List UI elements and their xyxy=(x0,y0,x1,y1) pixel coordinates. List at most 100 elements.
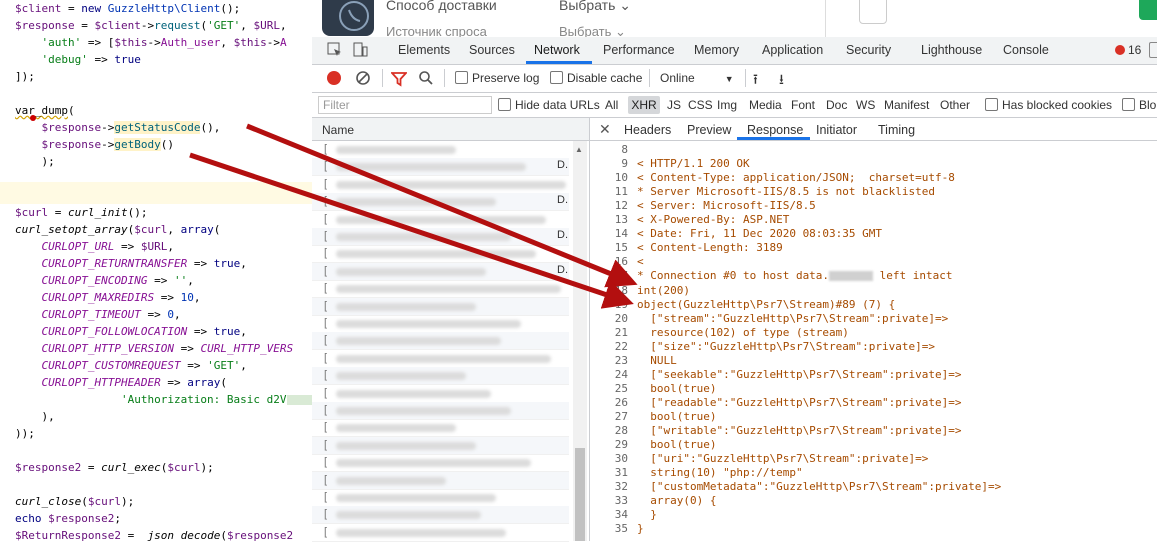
edit-icon[interactable] xyxy=(859,0,887,24)
clear-icon[interactable] xyxy=(355,70,371,89)
settings-icon[interactable] xyxy=(1149,42,1157,58)
hide-data-urls-checkbox[interactable]: Hide data URLs xyxy=(498,98,600,112)
has-blocked-cookies-checkbox[interactable]: Has blocked cookies xyxy=(985,98,1112,112)
record-icon[interactable] xyxy=(327,71,341,85)
blurred-request-name xyxy=(336,285,561,294)
request-row[interactable]: [ xyxy=(312,489,569,507)
request-row[interactable]: [ xyxy=(312,280,569,299)
device-toolbar-icon[interactable] xyxy=(352,42,368,58)
active-detail-tab-indicator xyxy=(737,137,810,140)
response-line: < Content-Type: application/JSON; charse… xyxy=(637,171,955,185)
close-icon[interactable]: ✕ xyxy=(599,121,611,138)
code-editor[interactable]: $client = new GuzzleHttp\Client(); $resp… xyxy=(0,0,312,541)
request-row[interactable]: [D. xyxy=(312,158,569,177)
request-row[interactable]: [ xyxy=(312,332,569,351)
line-number: 31 xyxy=(614,466,628,480)
throttling-select[interactable]: Online ▼ xyxy=(660,71,734,85)
scrollbar-thumb[interactable] xyxy=(575,448,585,541)
line-number: 28 xyxy=(614,424,628,437)
type-xhr[interactable]: XHR xyxy=(628,96,660,114)
response-line: < Date: Fri, 11 Dec 2020 08:03:35 GMT xyxy=(637,227,883,241)
type-img[interactable]: Img xyxy=(717,98,737,112)
code-line: var_dump( xyxy=(15,104,75,117)
type-css[interactable]: CSS xyxy=(688,98,713,112)
request-row[interactable]: [ xyxy=(312,367,569,386)
code-line: echo $response2; xyxy=(15,512,121,525)
type-doc[interactable]: Doc xyxy=(826,98,847,112)
request-row[interactable]: [ xyxy=(312,454,569,473)
request-row[interactable]: [ xyxy=(312,385,569,403)
tab-application[interactable]: Application xyxy=(762,43,823,57)
row-bracket: [ xyxy=(324,177,328,190)
request-row[interactable]: [ xyxy=(312,245,569,264)
request-row[interactable]: [ xyxy=(312,506,569,525)
request-row[interactable]: [ xyxy=(312,471,569,490)
request-row[interactable]: [ xyxy=(312,350,569,368)
tab-performance[interactable]: Performance xyxy=(603,43,675,57)
request-row[interactable]: [D. xyxy=(312,228,569,246)
code-line: ), xyxy=(15,410,55,423)
code-line: CURLOPT_CUSTOMREQUEST => 'GET', xyxy=(41,359,247,372)
disable-cache-checkbox[interactable]: Disable cache xyxy=(550,71,642,85)
tab-security[interactable]: Security xyxy=(846,43,891,57)
tab-headers[interactable]: Headers xyxy=(624,123,671,137)
row-bracket: [ xyxy=(324,195,328,208)
request-row[interactable]: [ xyxy=(312,436,569,455)
request-row[interactable]: [ xyxy=(312,419,569,438)
type-all[interactable]: All xyxy=(605,98,618,112)
divider xyxy=(745,69,746,87)
tab-sources[interactable]: Sources xyxy=(469,43,515,57)
import-har-icon[interactable]: ⭱ xyxy=(753,69,758,93)
tab-initiator[interactable]: Initiator xyxy=(816,123,857,137)
name-column-header[interactable]: Name xyxy=(312,118,589,141)
type-manifest[interactable]: Manifest xyxy=(884,98,929,112)
request-row[interactable]: [ xyxy=(312,524,569,542)
export-har-icon[interactable]: ⭳ xyxy=(779,69,784,93)
row-bracket: [ xyxy=(324,456,328,469)
request-row[interactable]: [ xyxy=(312,297,569,316)
filter-icon[interactable] xyxy=(389,71,409,90)
response-line: ["size":"GuzzleHttp\Psr7\Stream":private… xyxy=(637,339,936,353)
redacted-host xyxy=(829,271,874,282)
request-row[interactable]: [ xyxy=(312,141,569,159)
error-count-badge[interactable]: 16 xyxy=(1115,43,1141,57)
tab-console[interactable]: Console xyxy=(1003,43,1049,57)
active-tab-indicator xyxy=(526,61,592,64)
tab-memory[interactable]: Memory xyxy=(694,43,739,57)
request-row[interactable]: [ xyxy=(312,211,569,229)
code-line: 'auth' => [$this->Auth_user, $this->A xyxy=(41,36,287,49)
type-ws[interactable]: WS xyxy=(856,98,875,112)
request-row[interactable]: [ xyxy=(312,176,569,194)
tab-elements[interactable]: Elements xyxy=(398,43,450,57)
line-number: 22 xyxy=(614,339,628,353)
response-line: ["customMetadata":"GuzzleHttp\Psr7\Strea… xyxy=(637,480,1002,494)
request-row[interactable]: [D. xyxy=(312,262,569,281)
scroll-up-arrow-icon[interactable]: ▲ xyxy=(575,145,583,154)
request-row[interactable]: [ xyxy=(312,315,569,333)
line-number: 24 xyxy=(614,367,628,381)
response-line: < X-Powered-By: ASP.NET xyxy=(637,213,790,227)
type-other[interactable]: Other xyxy=(940,98,970,112)
search-icon[interactable] xyxy=(418,70,434,89)
type-js[interactable]: JS xyxy=(667,98,681,112)
green-action-button[interactable] xyxy=(1139,0,1157,20)
type-font[interactable]: Font xyxy=(791,98,815,112)
tab-timing[interactable]: Timing xyxy=(878,123,915,137)
tab-response[interactable]: Response xyxy=(747,123,803,137)
row-bracket: [ xyxy=(324,369,328,382)
delivery-select[interactable]: Выбрать ⌄ xyxy=(559,0,631,14)
row-suffix: D. xyxy=(557,194,568,207)
request-row[interactable]: [ D. xyxy=(312,193,569,212)
response-line: string(10) "php://temp" xyxy=(637,466,803,480)
blocked-requests-checkbox[interactable]: Blo xyxy=(1122,98,1156,112)
request-row[interactable]: [ xyxy=(312,402,569,420)
filter-input[interactable]: Filter xyxy=(318,96,492,114)
tab-preview[interactable]: Preview xyxy=(687,123,731,137)
inspect-element-icon[interactable] xyxy=(327,42,343,58)
preserve-log-checkbox[interactable]: Preserve log xyxy=(455,71,539,85)
tab-network[interactable]: Network xyxy=(534,43,580,57)
divider xyxy=(382,69,383,87)
type-media[interactable]: Media xyxy=(749,98,782,112)
tab-lighthouse[interactable]: Lighthouse xyxy=(921,43,982,57)
code-line: ]); xyxy=(15,70,35,83)
